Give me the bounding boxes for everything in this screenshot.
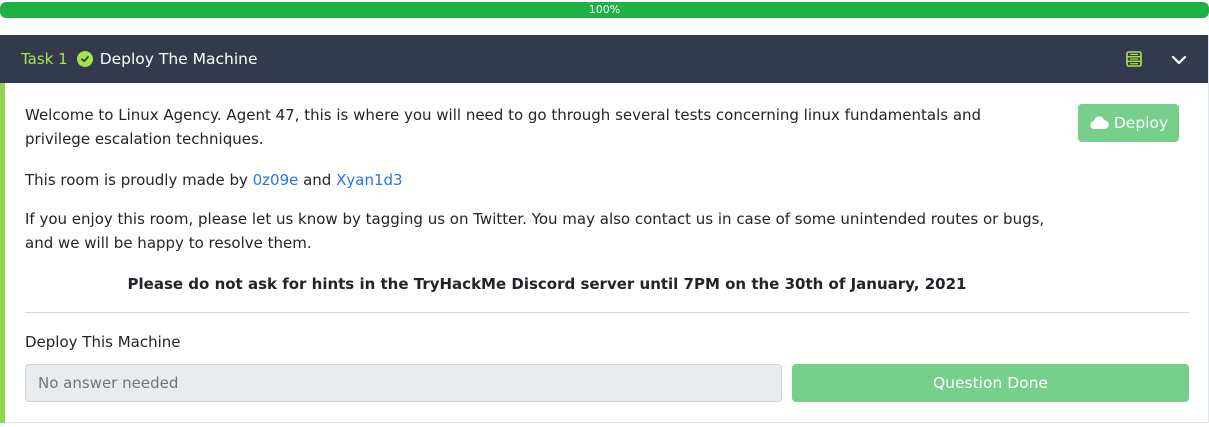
contact-text: If you enjoy this room, please let us kn… [25, 210, 1045, 252]
cloud-icon [1090, 116, 1109, 129]
task-number: Task 1 [21, 50, 68, 68]
credits-text: This room is proudly made by 0z09e and X… [25, 168, 403, 192]
question-label: Deploy This Machine [25, 333, 181, 351]
credits-prefix: This room is proudly made by [25, 171, 253, 189]
author-link-xyan1d3[interactable]: Xyan1d3 [336, 171, 402, 189]
server-icon[interactable] [1126, 51, 1142, 71]
author-link-0z09e[interactable]: 0z09e [253, 171, 299, 189]
deploy-button-label: Deploy [1113, 114, 1169, 132]
notice-text: Please do not ask for hints in the TryHa… [127, 275, 967, 293]
credits-and: and [298, 171, 337, 189]
intro-text: Welcome to Linux Agency. Agent 47, this … [25, 106, 982, 148]
question-done-label: Question Done [932, 374, 1049, 392]
deploy-button[interactable]: Deploy [1078, 104, 1179, 142]
chevron-down-icon[interactable] [1171, 52, 1187, 70]
progress-label: 100% [588, 3, 621, 16]
check-circle-icon [76, 51, 93, 67]
progress-fill: 100% [0, 2, 1209, 18]
question-done-button[interactable]: Question Done [792, 364, 1189, 402]
progress-bar: 100% [0, 2, 1209, 18]
task-header[interactable]: Task 1 Deploy The Machine [0, 35, 1208, 83]
divider [25, 312, 1189, 313]
task-title: Deploy The Machine [99, 50, 258, 68]
answer-input[interactable] [25, 364, 782, 402]
task-card: Task 1 Deploy The Machine Welcome to Lin… [0, 35, 1209, 423]
task-body: Welcome to Linux Agency. Agent 47, this … [0, 83, 1208, 423]
